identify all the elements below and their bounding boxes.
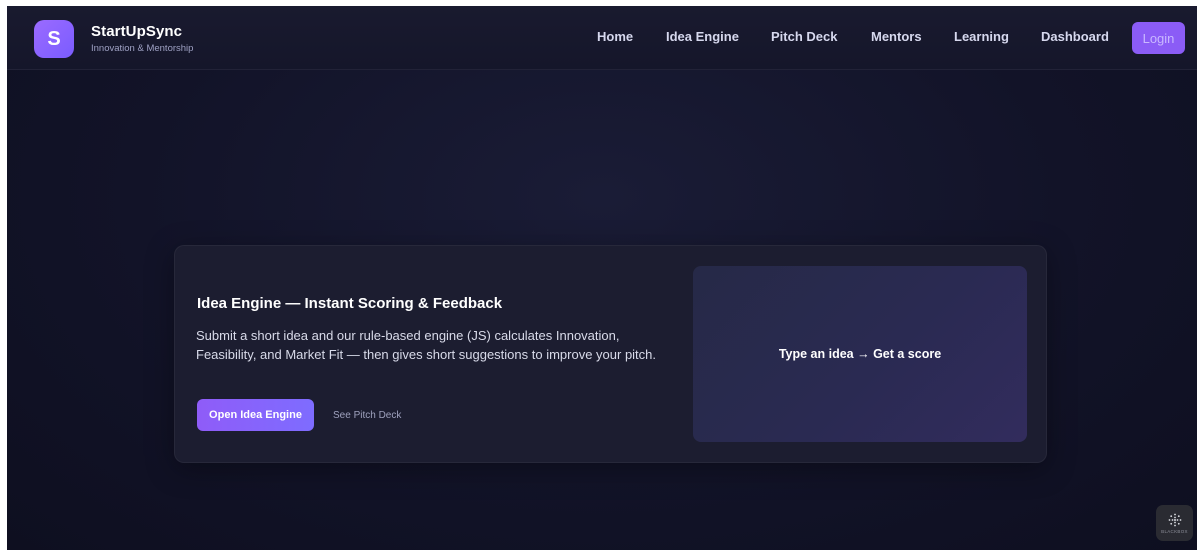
top-navbar: S StartUpSync Innovation & Mentorship Ho… bbox=[7, 6, 1197, 70]
see-pitch-deck-button[interactable]: See Pitch Deck bbox=[323, 403, 411, 427]
nav-link-idea-engine[interactable]: Idea Engine bbox=[666, 29, 739, 44]
nav-link-pitch-deck[interactable]: Pitch Deck bbox=[771, 29, 837, 44]
preview-text: Type an idea → Get a score bbox=[778, 347, 942, 361]
open-idea-engine-button[interactable]: Open Idea Engine bbox=[197, 399, 314, 431]
blackbox-widget-button[interactable]: BLACKBOX bbox=[1156, 505, 1193, 541]
login-button[interactable]: Login bbox=[1132, 22, 1185, 54]
nav-link-mentors[interactable]: Mentors bbox=[871, 29, 922, 44]
nav-link-learning[interactable]: Learning bbox=[954, 29, 1009, 44]
card-title: Idea Engine — Instant Scoring & Feedback bbox=[197, 295, 503, 312]
idea-engine-card: Idea Engine — Instant Scoring & Feedback… bbox=[174, 245, 1047, 463]
idea-preview-panel: Type an idea → Get a score bbox=[693, 266, 1027, 442]
app-viewport: S StartUpSync Innovation & Mentorship Ho… bbox=[7, 6, 1197, 550]
nav-link-dashboard[interactable]: Dashboard bbox=[1041, 29, 1109, 44]
nav-link-home[interactable]: Home bbox=[597, 29, 633, 44]
blackbox-label: BLACKBOX bbox=[1161, 528, 1188, 534]
card-description: Submit a short idea and our rule-based e… bbox=[196, 328, 657, 362]
nav-links: Home Idea Engine Pitch Deck Mentors Lear… bbox=[7, 29, 1197, 49]
blackbox-logo-icon bbox=[1168, 513, 1181, 526]
